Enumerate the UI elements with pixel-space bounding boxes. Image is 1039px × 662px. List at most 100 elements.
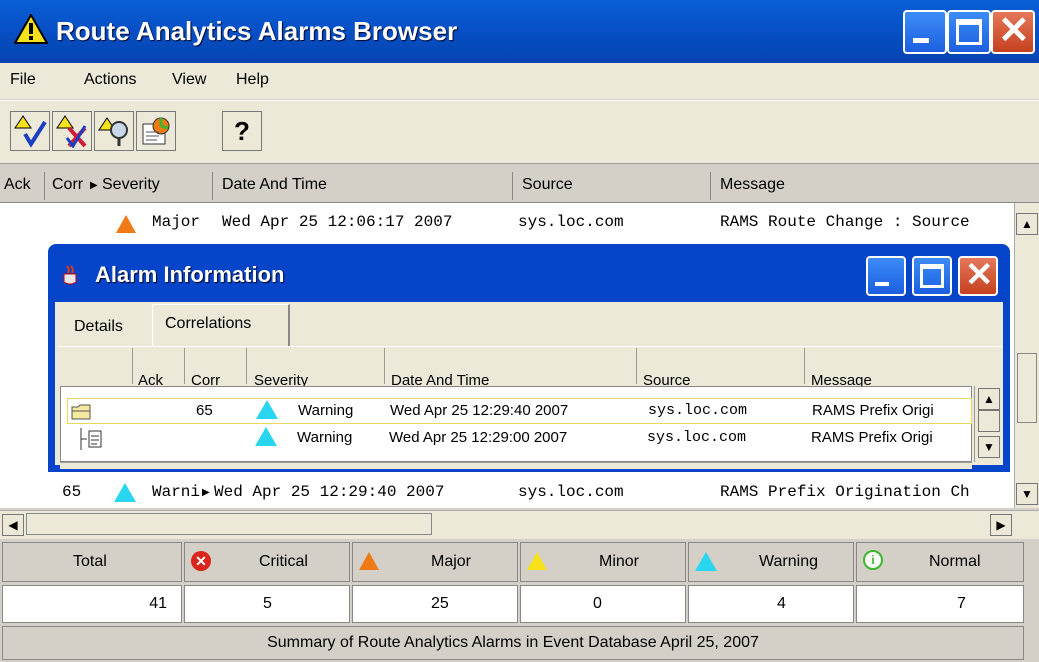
minimize-icon [875,282,889,286]
column-corr[interactable]: Corr [52,176,90,194]
row-message: RAMS Route Change : Source [720,213,970,231]
summary-total: Total [2,542,182,582]
column-divider[interactable] [384,348,385,384]
acknowledge-alarm-button[interactable] [10,111,50,151]
warning-severity-icon [114,483,136,502]
menu-actions[interactable]: Actions [84,71,136,89]
column-divider[interactable] [184,348,185,384]
column-divider[interactable] [246,348,247,384]
close-icon: ✕ [998,10,1030,52]
tab-details[interactable]: Details [74,318,123,336]
scroll-left-button[interactable]: ◀ [2,514,24,536]
column-message[interactable]: Message [720,176,785,194]
menu-help[interactable]: Help [236,71,269,89]
summary-warning: Warning [688,542,854,582]
table-row[interactable]: Warning Wed Apr 25 12:29:00 2007 sys.loc… [67,426,972,452]
summary-label: Warning [759,553,818,570]
summary-critical: ✕ Critical [184,542,350,582]
column-source[interactable]: Source [522,176,573,194]
row-corr: 65 [62,483,82,501]
summary-value-warning: 4 [688,585,854,623]
summary-label: Minor [599,553,640,570]
tab-correlations-active[interactable]: Correlations [152,304,290,346]
summary-value-minor: 0 [520,585,686,623]
inspect-alarm-icon [98,117,128,146]
row-severity: Warni [152,483,201,501]
column-severity[interactable]: Severity [102,176,160,194]
row-datetime: Wed Apr 25 12:29:00 2007 [389,429,568,446]
row-source: sys.loc.com [518,213,624,231]
column-divider[interactable] [212,172,213,200]
row-message: RAMS Prefix Origination Ch [720,483,970,501]
row-datetime: Wed Apr 25 12:29:40 2007 [390,402,569,419]
table-row[interactable]: 65 Warning Wed Apr 25 12:29:40 2007 sys.… [67,398,972,424]
row-severity: Major [152,213,201,231]
alarm-table-header: Ack Corr ▶ Severity Date And Time Source… [0,170,1039,203]
summary-value: 41 [149,595,167,612]
column-divider[interactable] [710,172,711,200]
summary-major: Major [352,542,518,582]
scroll-up-button[interactable]: ▲ [1016,213,1038,235]
table-row[interactable]: Major Wed Apr 25 12:06:17 2007 sys.loc.c… [0,211,1014,237]
summary-value: 0 [593,595,602,612]
clear-alarm-button[interactable] [52,111,92,151]
inspect-alarm-button[interactable] [94,111,134,151]
major-severity-icon [116,215,136,233]
dialog-vertical-scrollbar[interactable]: ▲ ▼ [974,386,1002,462]
summary-value: 5 [263,595,272,612]
summary-value-total: 41 [2,585,182,623]
dialog-close-button[interactable]: ✕ [958,256,998,296]
warning-severity-icon [255,427,277,446]
column-overflow-arrow-icon: ▶ [90,180,98,191]
scroll-thumb[interactable] [1017,353,1037,423]
scroll-thumb[interactable] [978,410,1000,432]
summary-label: Total [73,553,107,570]
summary-normal: i Normal [856,542,1024,582]
column-divider[interactable] [512,172,513,200]
warning-triangle-icon [13,12,49,49]
scroll-up-button[interactable]: ▲ [978,388,1000,410]
close-button[interactable]: ✕ [991,10,1035,54]
maximize-icon [956,19,982,45]
column-overflow-arrow-icon: ▶ [202,487,210,498]
row-datetime: Wed Apr 25 12:29:40 2007 [214,483,445,501]
column-date-and-time[interactable]: Date And Time [222,176,327,194]
maximize-button[interactable] [947,10,991,54]
summary-footer: Summary of Route Analytics Alarms in Eve… [2,626,1024,660]
dialog-horizontal-scrollbar[interactable] [60,462,972,469]
menu-view[interactable]: View [172,71,206,89]
vertical-scrollbar[interactable]: ▲ ▼ [1014,203,1039,508]
column-divider[interactable] [44,172,45,200]
alarm-report-button[interactable] [136,111,176,151]
warning-icon [695,552,717,571]
maximize-icon [920,264,944,288]
column-divider[interactable] [804,348,805,384]
summary-value: 25 [431,595,449,612]
normal-icon: i [863,550,883,570]
dialog-maximize-button[interactable] [912,256,952,296]
title-bar[interactable]: Route Analytics Alarms Browser ✕ [0,0,1039,63]
row-datetime: Wed Apr 25 12:06:17 2007 [222,213,453,231]
help-button[interactable]: ? [222,111,262,151]
table-row[interactable]: 65 Warni ▶ Wed Apr 25 12:29:40 2007 sys.… [0,481,1014,507]
row-severity: Warning [298,402,354,419]
close-icon: ✕ [965,256,994,294]
help-icon: ? [234,115,250,146]
row-source: sys.loc.com [647,429,747,446]
dialog-minimize-button[interactable] [866,256,906,296]
scroll-right-button[interactable]: ▶ [990,514,1012,536]
row-severity: Warning [297,429,353,446]
menu-file[interactable]: File [10,71,36,89]
scroll-down-button[interactable]: ▼ [1016,483,1038,505]
column-divider[interactable] [636,348,637,384]
scroll-down-button[interactable]: ▼ [978,436,1000,458]
horizontal-scrollbar[interactable]: ◀ ▶ [0,510,1039,539]
scroll-thumb[interactable] [26,513,432,535]
tree-branch-icon [77,428,103,455]
column-divider[interactable] [132,348,133,384]
minimize-button[interactable] [903,10,947,54]
minor-icon [527,552,547,570]
java-coffee-icon [60,264,82,286]
alarm-report-icon [142,117,170,145]
column-ack[interactable]: Ack [4,176,31,194]
